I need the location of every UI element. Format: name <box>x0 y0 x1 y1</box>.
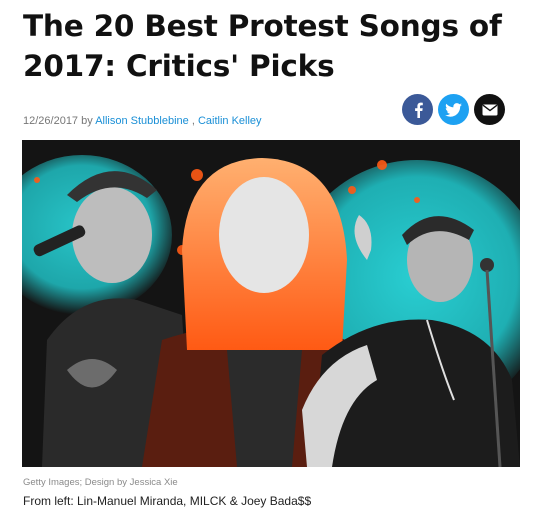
twitter-icon <box>445 102 462 117</box>
byline: 12/26/2017 by Allison Stubblebine , Cait… <box>23 115 262 127</box>
author-link-allison[interactable]: Allison Stubblebine <box>95 115 189 127</box>
envelope-icon <box>482 104 497 115</box>
hero-image <box>22 140 520 467</box>
headline-line-1: The 20 Best Protest Songs of <box>23 9 502 43</box>
email-share-button[interactable] <box>474 94 505 125</box>
hero-collage-graphic <box>22 140 520 467</box>
image-caption: From left: Lin-Manuel Miranda, MILCK & J… <box>23 494 312 508</box>
facebook-share-button[interactable] <box>402 94 433 125</box>
publish-date: 12/26/2017 <box>23 115 79 127</box>
headline-line-2: 2017: Critics' Picks <box>23 49 335 83</box>
byline-by: by <box>81 115 93 127</box>
article-headline: The 20 Best Protest Songs of 2017: Criti… <box>23 6 523 86</box>
facebook-icon <box>414 102 423 118</box>
photo-credit: Getty Images; Design by Jessica Xie <box>23 477 178 488</box>
share-buttons <box>402 94 505 125</box>
author-separator: , <box>191 115 195 127</box>
author-link-caitlin[interactable]: Caitlin Kelley <box>198 115 262 127</box>
twitter-share-button[interactable] <box>438 94 469 125</box>
